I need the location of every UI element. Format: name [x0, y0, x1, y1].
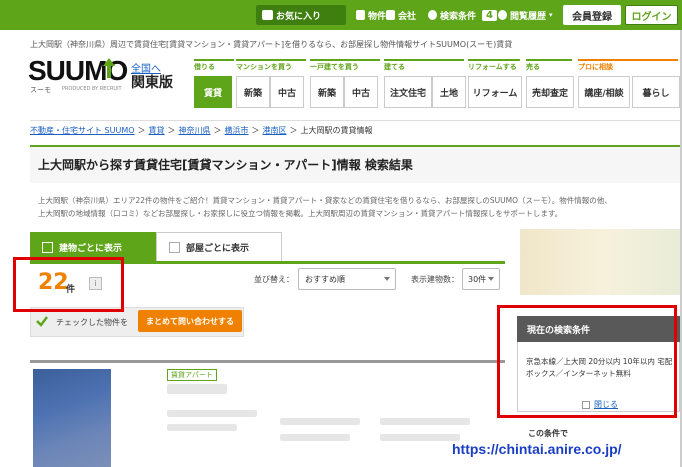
properties-link[interactable]: 物件: [356, 6, 386, 24]
other-conditions-label: この条件で: [528, 429, 568, 438]
display-count-select[interactable]: 30件: [462, 268, 500, 290]
chevron-down-icon: [384, 277, 390, 281]
breadcrumb-sep: ＞: [137, 126, 146, 135]
sort-label: 並び替え：: [254, 275, 294, 284]
category-buy-mansion: マンションを買う: [236, 59, 306, 71]
favorites-label: お気に入り: [276, 11, 322, 22]
login-button[interactable]: ログイン: [625, 5, 678, 25]
saved-search-link[interactable]: 検索条件 4: [428, 6, 497, 24]
nav-living-button[interactable]: 暮らし: [632, 76, 680, 108]
clock-icon: [498, 10, 507, 20]
breadcrumb-current: 上大岡駅の賃貸情報: [300, 126, 373, 135]
tab-by-building-label: 建物ごとに表示: [59, 243, 123, 254]
inquiry-text: チェックした物件を: [56, 318, 128, 327]
check-icon: [36, 316, 48, 327]
properties-label: 物件: [368, 11, 387, 22]
breadcrumb-sep: ＞: [289, 126, 298, 135]
favorites-link[interactable]: お気に入り: [256, 5, 346, 25]
building-icon: [386, 10, 395, 20]
room-icon: [169, 242, 180, 253]
property-photo[interactable]: [33, 369, 111, 467]
tab-by-room-label: 部屋ごとに表示: [186, 244, 250, 254]
category-buy-house: 一戸建てを買う: [310, 59, 380, 71]
logo-arrow-icon: [103, 58, 115, 78]
saved-search-label: 検索条件: [440, 11, 477, 22]
category-consult: プロに相談: [578, 59, 678, 71]
nav-house-used-button[interactable]: 中古: [344, 76, 378, 108]
building-icon: [42, 241, 53, 253]
breadcrumb: 不動産・住宅サイト SUUMO ＞ 賃貸＞ 神奈川県＞ 横浜市＞ 港南区＞ 上大岡…: [30, 125, 373, 136]
property-detail-blurred: [380, 434, 460, 441]
chevron-down-icon: ▾: [549, 11, 553, 19]
advertisement-banner[interactable]: [520, 229, 682, 295]
breadcrumb-divider: [30, 120, 682, 121]
nav-consult-button[interactable]: 講座/相談: [578, 76, 630, 108]
sort-select[interactable]: おすすめ順: [298, 268, 396, 290]
nav-custom-home-button[interactable]: 注文住宅: [384, 76, 432, 108]
member-register-button[interactable]: 会員登録: [563, 5, 621, 25]
nav-house-new-button[interactable]: 新築: [310, 76, 344, 108]
history-link[interactable]: 閲覧履歴 ▾: [498, 6, 553, 24]
property-detail-blurred: [167, 410, 257, 417]
companies-label: 会社: [398, 11, 417, 22]
page-title: 上大岡駅から探す賃貸住宅[賃貸マンション・アパート]情報 検索結果: [38, 158, 413, 172]
breadcrumb-sep: ＞: [167, 126, 176, 135]
display-count-label: 表示建物数：: [411, 275, 459, 284]
logo-produced-by: PRODUCED BY RECRUIT: [62, 86, 122, 92]
nav-mansion-used-button[interactable]: 中古: [270, 76, 304, 108]
property-detail-blurred: [280, 434, 350, 441]
highlight-box-count: [13, 257, 124, 312]
property-type-tag: 賃貸アパート: [167, 369, 217, 381]
checkbox-icon: [262, 10, 273, 20]
search-icon: [428, 10, 437, 20]
category-reform: リフォームする: [468, 59, 520, 71]
breadcrumb-sep: ＞: [251, 126, 260, 135]
sort-select-value: おすすめ順: [305, 275, 345, 284]
region-label: 関東版: [131, 75, 173, 91]
site-tagline: 上大岡駅（神奈川県）周辺で賃貸住宅[賃貸マンション・賃貸アパート]を借りるなら、…: [30, 40, 513, 49]
display-count-value: 30件: [468, 275, 487, 284]
category-sell: 売る: [526, 59, 572, 71]
property-detail-blurred: [280, 418, 360, 425]
breadcrumb-rent[interactable]: 賃貸: [149, 125, 165, 136]
chevron-down-icon: [488, 277, 494, 281]
nav-sell-button[interactable]: 売却査定: [526, 76, 574, 108]
logo-katakana: スーモ: [30, 86, 51, 94]
highlight-box-conditions: [497, 305, 677, 418]
house-icon: [356, 10, 365, 20]
tab-by-room[interactable]: 部屋ごとに表示: [156, 232, 282, 262]
description-line-1: 上大岡駅（神奈川県）エリア22件の物件をご紹介！賃貸マンション・賃貸アパート・貸…: [38, 196, 612, 205]
description-line-2: 上大岡駅の地域情報（口コミ）などお部屋探し・お家探しに役立つ情報を掲載。上大岡駅…: [38, 209, 563, 218]
property-name-blurred[interactable]: [167, 384, 227, 394]
category-rent: 借りる: [194, 59, 234, 71]
nav-reform-button[interactable]: リフォーム: [468, 76, 522, 108]
nav-mansion-new-button[interactable]: 新築: [236, 76, 270, 108]
breadcrumb-kanagawa[interactable]: 神奈川県: [179, 125, 211, 136]
bulk-inquiry-button[interactable]: まとめて問い合わせする: [138, 310, 242, 332]
breadcrumb-suumo[interactable]: 不動産・住宅サイト SUUMO: [30, 125, 135, 136]
property-detail-blurred: [167, 424, 237, 431]
nav-rent-button[interactable]: 賃貸: [194, 76, 232, 108]
category-build: 建てる: [384, 59, 464, 71]
watermark-url: https://chintai.anire.co.jp/: [452, 441, 622, 457]
history-label: 閲覧履歴: [510, 11, 547, 22]
section-divider: [30, 360, 505, 363]
companies-link[interactable]: 会社: [386, 6, 416, 24]
breadcrumb-sep: ＞: [213, 126, 222, 135]
property-detail-blurred: [380, 418, 470, 425]
saved-search-count-badge: 4: [482, 9, 497, 21]
nav-land-button[interactable]: 土地: [432, 76, 466, 108]
breadcrumb-konan[interactable]: 港南区: [263, 125, 287, 136]
breadcrumb-yokohama[interactable]: 横浜市: [225, 125, 249, 136]
